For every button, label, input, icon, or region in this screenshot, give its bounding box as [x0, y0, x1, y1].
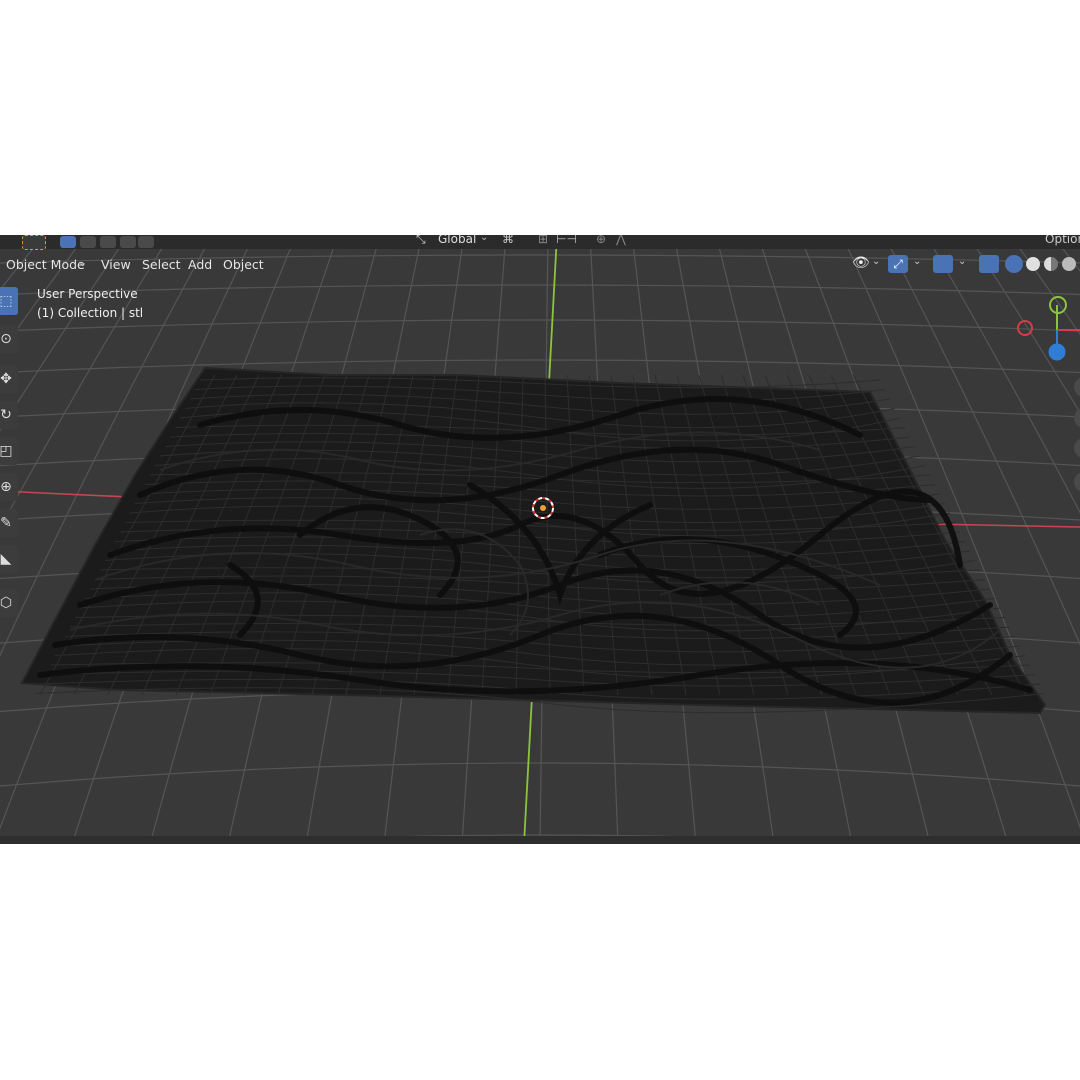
- blender-window: ⤡ Global ⌄ ⌘ ⊞ ⊢⊣ ⊕ ⋀ Options Object Mod…: [0, 235, 1080, 844]
- options-button[interactable]: Options: [1045, 235, 1080, 246]
- gizmo-z-icon: [1048, 343, 1066, 361]
- chevron-down-icon: ⌄: [913, 256, 922, 267]
- snap-icon[interactable]: ⊞: [538, 235, 548, 246]
- menu-object[interactable]: Object: [223, 257, 264, 272]
- select-box-icon[interactable]: ⬚: [0, 287, 18, 315]
- pivot-point-icon[interactable]: ⌘: [502, 235, 514, 246]
- xray-toggle-icon[interactable]: [979, 255, 999, 273]
- add-cube-icon[interactable]: ⬡: [0, 589, 18, 617]
- menu-select[interactable]: Select: [142, 257, 181, 272]
- tool-header: ⤡ Global ⌄ ⌘ ⊞ ⊢⊣ ⊕ ⋀ Options: [0, 235, 1080, 250]
- move-icon[interactable]: ✥: [0, 365, 18, 393]
- snap-target-icon[interactable]: ⊢⊣: [556, 235, 577, 246]
- shading-solid-icon[interactable]: [1026, 257, 1040, 271]
- proportional-edit-icon[interactable]: ⊕: [596, 235, 606, 246]
- gizmo-toggle-icon[interactable]: ⤢: [888, 255, 908, 273]
- select-mode-extend-icon[interactable]: [80, 236, 96, 248]
- chevron-down-icon: ⌄: [872, 256, 881, 267]
- chevron-down-icon: ⌄: [958, 256, 967, 267]
- cursor-icon[interactable]: ⊙: [0, 325, 18, 353]
- transform-orientation-icon[interactable]: ⤡: [416, 235, 426, 247]
- menu-view[interactable]: View: [101, 257, 131, 272]
- measure-icon[interactable]: ◣: [0, 545, 18, 573]
- status-bar: [0, 836, 1080, 844]
- terrain-mesh[interactable]: [20, 366, 1047, 715]
- select-mode-subtract-icon[interactable]: [100, 236, 116, 248]
- select-mode-invert-icon[interactable]: [120, 236, 136, 248]
- collection-label: (1) Collection | stl: [37, 306, 144, 320]
- chevron-down-icon: ⌄: [78, 256, 88, 269]
- falloff-icon[interactable]: ⋀: [616, 235, 626, 246]
- visibility-icon[interactable]: 👁: [852, 255, 870, 271]
- transform-orientation-dropdown[interactable]: Global: [438, 235, 476, 246]
- menu-add[interactable]: Add: [188, 257, 212, 272]
- select-mode-intersect-icon[interactable]: [138, 236, 154, 248]
- scale-icon[interactable]: ◰: [0, 437, 18, 465]
- viewport-header: Object Mode ⌄ View Select Add Object 👁 ⌄…: [0, 253, 1080, 277]
- annotate-icon[interactable]: ✎: [0, 509, 18, 537]
- select-mode-new-icon[interactable]: [60, 236, 76, 248]
- shading-rendered-icon[interactable]: [1062, 257, 1076, 271]
- object-mode-dropdown[interactable]: Object Mode: [6, 257, 85, 272]
- active-tool-icon[interactable]: [22, 235, 46, 250]
- rotate-icon[interactable]: ↻: [0, 401, 18, 429]
- view-name-label: User Perspective: [37, 287, 138, 301]
- shading-material-icon[interactable]: [1044, 257, 1058, 271]
- 3d-viewport[interactable]: [0, 235, 1080, 844]
- chevron-down-icon: ⌄: [480, 235, 489, 243]
- overlay-toggle-icon[interactable]: [933, 255, 953, 273]
- shading-wireframe-icon[interactable]: [1005, 255, 1023, 273]
- transform-icon[interactable]: ⊕: [0, 473, 18, 501]
